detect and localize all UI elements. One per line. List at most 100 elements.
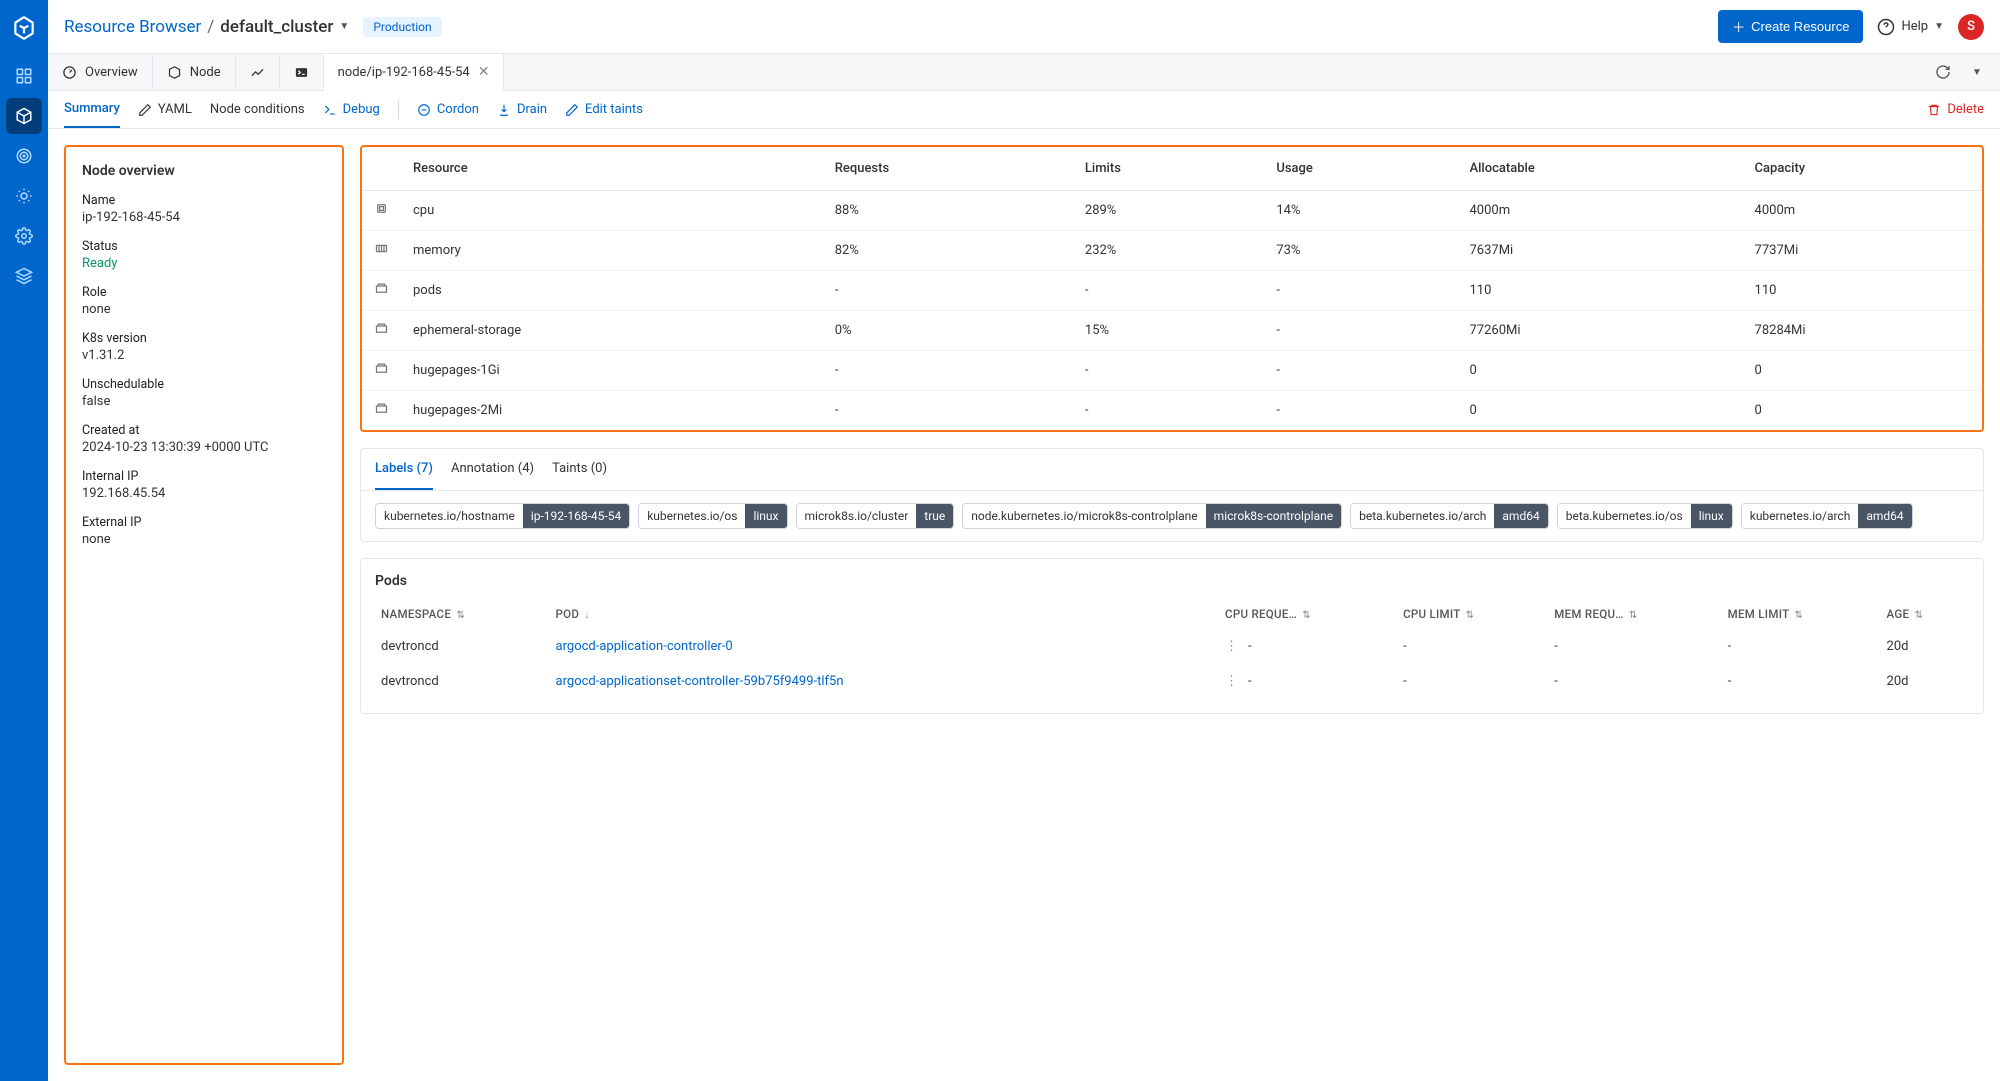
col-cpu-req[interactable]: CPU REQUE… ⇅ [1219, 599, 1397, 629]
subtab-yaml[interactable]: YAML [138, 92, 192, 127]
cordon-icon [417, 103, 431, 117]
resource-row: cpu88%289% 14%4000m4000m [362, 191, 1982, 231]
tab-active-node[interactable]: node/ip-192-168-45-54 ✕ [324, 54, 505, 91]
field-label: K8s version [82, 331, 326, 346]
edit-icon [565, 103, 579, 117]
help-icon [1877, 18, 1895, 36]
plus-icon: ＋ [1732, 17, 1745, 36]
label-chip: kubernetes.io/hostnameip-192-168-45-54 [375, 503, 630, 529]
nav-sun-icon[interactable] [6, 178, 42, 214]
field-label: Created at [82, 423, 326, 438]
meta-tab-labels[interactable]: Labels (7) [375, 449, 433, 490]
field-value: v1.31.2 [82, 348, 326, 363]
col-mem-lim[interactable]: MEM LIMIT ⇅ [1722, 599, 1881, 629]
col-requests: Requests [823, 147, 1073, 191]
meta-tabs-panel: Labels (7) Annotation (4) Taints (0) kub… [360, 448, 1984, 542]
drain-icon [497, 103, 511, 117]
nav-cube-icon[interactable] [6, 98, 42, 134]
breadcrumb: Resource Browser / default_cluster ▼ [64, 17, 349, 37]
pencil-icon [138, 103, 152, 117]
nav-target-icon[interactable] [6, 138, 42, 174]
subtab-drain[interactable]: Drain [497, 92, 547, 127]
tab-node[interactable]: Node [153, 55, 236, 90]
resource-row: pods-- -110110 [362, 271, 1982, 311]
resource-icon [362, 391, 401, 431]
resource-row: ephemeral-storage0%15% -77260Mi78284Mi [362, 311, 1982, 351]
subtab-debug[interactable]: Debug [323, 92, 380, 127]
tab-overview[interactable]: Overview [48, 55, 153, 90]
pod-link[interactable]: argocd-application-controller-0 [556, 639, 733, 654]
field-value: none [82, 302, 326, 317]
field-label: Role [82, 285, 326, 300]
field-value: 2024-10-23 13:30:39 +0000 UTC [82, 440, 326, 455]
col-resource: Resource [401, 147, 823, 191]
col-mem-req[interactable]: MEM REQU… ⇅ [1548, 599, 1721, 629]
col-usage: Usage [1264, 147, 1457, 191]
close-icon[interactable]: ✕ [478, 64, 490, 80]
breadcrumb-root[interactable]: Resource Browser [64, 17, 201, 37]
cube-icon [167, 65, 182, 80]
resource-icon [362, 351, 401, 391]
subtab-summary[interactable]: Summary [64, 91, 120, 128]
tab-bar: Overview Node node/ip-192-168-45-54 ✕ ▼ [48, 54, 2000, 91]
col-age[interactable]: AGE ⇅ [1881, 599, 1969, 629]
resource-icon [362, 231, 401, 271]
label-chip: beta.kubernetes.io/archamd64 [1350, 503, 1549, 529]
delete-button[interactable]: Delete [1927, 92, 1984, 127]
env-badge: Production [363, 17, 441, 37]
field-label: Internal IP [82, 469, 326, 484]
resource-row: memory82%232% 73%7637Mi7737Mi [362, 231, 1982, 271]
breadcrumb-cluster[interactable]: default_cluster [220, 17, 333, 37]
col-cpu-lim[interactable]: CPU LIMIT ⇅ [1397, 599, 1548, 629]
label-chip: beta.kubernetes.io/oslinux [1557, 503, 1733, 529]
subtab-cordon[interactable]: Cordon [417, 92, 479, 127]
resource-row: hugepages-1Gi-- -00 [362, 351, 1982, 391]
col-namespace[interactable]: NAMESPACE ⇅ [375, 599, 550, 629]
meta-tab-taints[interactable]: Taints (0) [552, 449, 607, 490]
label-chip: kubernetes.io/archamd64 [1741, 503, 1913, 529]
gauge-icon [62, 65, 77, 80]
meta-tab-annotation[interactable]: Annotation (4) [451, 449, 534, 490]
label-chip: kubernetes.io/oslinux [638, 503, 787, 529]
col-pod[interactable]: POD ↓ [550, 599, 1219, 629]
panel-title: Node overview [82, 163, 326, 179]
resource-icon [362, 271, 401, 311]
pod-row: devtroncd argocd-application-controller-… [375, 629, 1969, 664]
field-value: none [82, 532, 326, 547]
create-resource-button[interactable]: ＋Create Resource [1718, 10, 1863, 43]
trash-icon [1927, 103, 1941, 117]
tab-terminal-icon[interactable] [280, 55, 324, 90]
resource-icon [362, 311, 401, 351]
label-chip: microk8s.io/clustertrue [796, 503, 955, 529]
col-capacity: Capacity [1743, 147, 1982, 191]
chevron-down-icon[interactable]: ▼ [339, 21, 349, 32]
field-label: Name [82, 193, 326, 208]
pod-row: devtroncd argocd-applicationset-controll… [375, 664, 1969, 699]
resource-row: hugepages-2Mi-- -00 [362, 391, 1982, 431]
pods-title: Pods [375, 573, 1969, 589]
terminal-icon [323, 103, 337, 117]
field-label: Status [82, 239, 326, 254]
field-label: External IP [82, 515, 326, 530]
subtab-edit-taints[interactable]: Edit taints [565, 92, 643, 127]
logo-icon [8, 12, 40, 44]
subtab-conditions[interactable]: Node conditions [210, 92, 305, 127]
chevron-down-icon: ▼ [1934, 21, 1944, 32]
avatar[interactable]: S [1958, 14, 1984, 40]
refresh-icon[interactable] [1930, 59, 1956, 85]
resource-icon [362, 191, 401, 231]
nav-layers-icon[interactable] [6, 258, 42, 294]
chevron-down-icon[interactable]: ▼ [1964, 59, 1990, 85]
help-button[interactable]: Help ▼ [1877, 18, 1944, 36]
sidebar-nav [0, 0, 48, 1081]
header: Resource Browser / default_cluster ▼ Pro… [48, 0, 2000, 54]
kebab-icon[interactable]: ⋮ [1225, 674, 1238, 689]
pod-link[interactable]: argocd-applicationset-controller-59b75f9… [556, 674, 844, 689]
nav-apps-icon[interactable] [6, 58, 42, 94]
nav-gear-icon[interactable] [6, 218, 42, 254]
sub-tabs: Summary YAML Node conditions Debug Cordo… [48, 91, 2000, 129]
field-value: false [82, 394, 326, 409]
tab-chart-icon[interactable] [236, 55, 280, 90]
field-label: Unschedulable [82, 377, 326, 392]
kebab-icon[interactable]: ⋮ [1225, 639, 1238, 654]
